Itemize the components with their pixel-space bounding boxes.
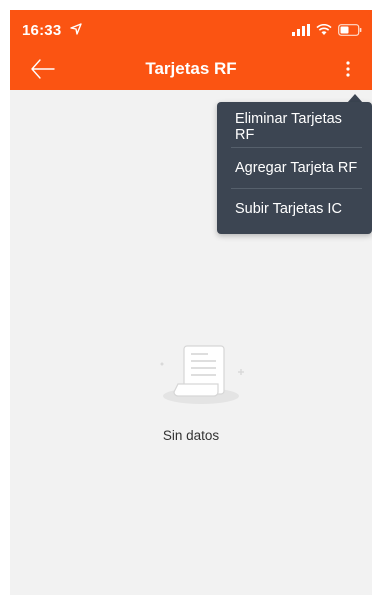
menu-item-eliminar-tarjetas-rf[interactable]: Eliminar Tarjetas RF — [225, 107, 362, 147]
page-title: Tarjetas RF — [145, 59, 237, 78]
menu-item-agregar-tarjeta-rf[interactable]: Agregar Tarjeta RF — [225, 148, 362, 188]
empty-state-message: Sin datos — [162, 428, 220, 443]
status-icons — [292, 23, 362, 41]
location-arrow-icon — [70, 23, 82, 38]
wifi-icon — [316, 23, 332, 41]
empty-document-icon — [160, 345, 244, 404]
battery-icon — [338, 23, 362, 41]
menu-item-subir-tarjetas-ic[interactable]: Subir Tarjetas IC — [225, 189, 362, 229]
status-bar: 16:33 — [10, 10, 372, 48]
more-options-button[interactable] — [338, 56, 358, 82]
phone-screen: 16:33 Tarjetas RF Eliminar Tarjetas RF A… — [10, 10, 372, 595]
signal-icon — [292, 23, 310, 41]
app-header: Tarjetas RF — [10, 48, 372, 90]
more-vertical-icon — [346, 61, 350, 77]
options-menu: Eliminar Tarjetas RF Agregar Tarjeta RF … — [217, 102, 372, 234]
status-time: 16:33 — [22, 22, 62, 39]
